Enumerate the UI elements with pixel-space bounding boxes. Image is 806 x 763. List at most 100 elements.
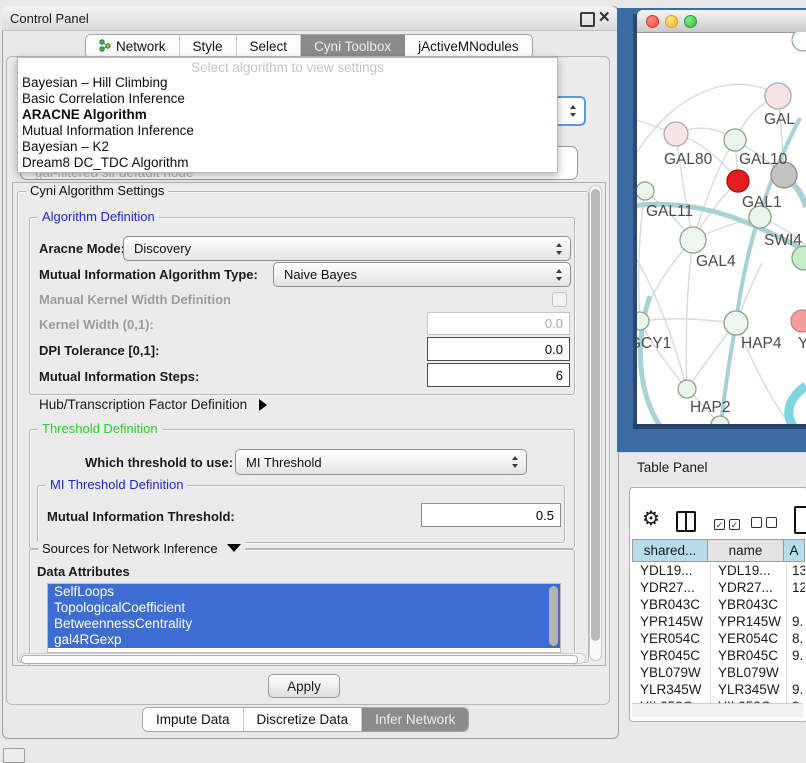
network-edge[interactable] bbox=[637, 84, 778, 152]
network-node-swi4[interactable] bbox=[792, 246, 806, 270]
network-node-gal4[interactable] bbox=[680, 227, 706, 253]
table-row[interactable]: YBR043C YBR043C bbox=[632, 596, 805, 613]
network-graph[interactable]: GALGAL80GAL10GAL1GAL11GAL4SWI4GCY1HAP4YH… bbox=[637, 32, 806, 424]
column-header-name[interactable]: name bbox=[708, 539, 784, 562]
horizontal-scrollbar-thumb[interactable] bbox=[21, 655, 578, 664]
network-node-hap2[interactable] bbox=[678, 380, 696, 398]
kernel-width-field[interactable]: 0.0 bbox=[427, 312, 570, 335]
column-view-icon[interactable] bbox=[676, 511, 696, 532]
list-scrollbar-thumb[interactable] bbox=[549, 586, 558, 646]
tab-select[interactable]: Select bbox=[237, 35, 302, 58]
algorithm-popup-items: Bayesian – Hill ClimbingBasic Correlatio… bbox=[18, 75, 557, 171]
table-row[interactable]: YPR145WYPR145W9. bbox=[632, 613, 805, 630]
control-panel-titlebar[interactable] bbox=[2, 6, 617, 31]
dpi-tolerance-value: 0.0 bbox=[545, 342, 563, 357]
algorithm-option-mutual-information-inference[interactable]: Mutual Information Inference bbox=[18, 123, 557, 139]
spinner-arrows-icon bbox=[512, 456, 519, 468]
algorithm-placeholder: Select algorithm to view settings bbox=[18, 60, 557, 75]
network-edge[interactable] bbox=[789, 386, 806, 424]
table-cell: YBR043C bbox=[640, 596, 710, 613]
table-cell: YBR043C bbox=[718, 596, 788, 613]
mi-algorithm-type-combo[interactable]: Naive Bayes bbox=[273, 262, 571, 287]
network-node-y[interactable] bbox=[791, 310, 806, 332]
tab-style[interactable]: Style bbox=[180, 35, 237, 58]
deselect-all-columns-icon[interactable] bbox=[751, 516, 781, 531]
algorithm-option-bayesian-hill-climbing[interactable]: Bayesian – Hill Climbing bbox=[18, 75, 557, 91]
apply-button[interactable]: Apply bbox=[268, 674, 340, 698]
new-table-icon[interactable] bbox=[794, 506, 806, 534]
data-attributes-list[interactable]: SelfLoopsTopologicalCoefficientBetweenne… bbox=[47, 583, 561, 653]
kernel-width-label: Kernel Width (0,1): bbox=[39, 317, 154, 332]
column-header-a[interactable]: A bbox=[784, 539, 805, 562]
network-node-gal[interactable] bbox=[765, 83, 791, 109]
network-node[interactable] bbox=[727, 170, 749, 192]
network-edge[interactable] bbox=[640, 321, 687, 389]
column-header-shared-[interactable]: shared... bbox=[632, 539, 708, 562]
data-attributes-label: Data Attributes bbox=[37, 564, 130, 579]
which-threshold-combo[interactable]: MI Threshold bbox=[235, 449, 527, 475]
table-body: YDL19...YDL19...13YDR27...YDR27...12YBR0… bbox=[632, 562, 805, 703]
network-node[interactable] bbox=[792, 32, 806, 51]
tab-network[interactable]: Network bbox=[86, 35, 180, 58]
aracne-mode-combo[interactable]: Discovery bbox=[123, 236, 571, 261]
manual-kernel-width-checkbox[interactable] bbox=[552, 292, 567, 307]
tab-label: jActiveMNodules bbox=[418, 39, 519, 54]
table-horizontal-scrollbar[interactable] bbox=[632, 703, 803, 717]
node-label-hap4: HAP4 bbox=[741, 335, 782, 352]
attribute-item-topologicalcoefficient[interactable]: TopologicalCoefficient bbox=[48, 600, 560, 616]
close-window-icon[interactable]: ✕ bbox=[598, 8, 611, 26]
network-window-titlebar[interactable] bbox=[637, 10, 806, 33]
network-node-gal10[interactable] bbox=[724, 129, 746, 151]
table-row[interactable]: YDL19...YDL19...13 bbox=[632, 562, 805, 579]
attribute-item-betweennesscentrality[interactable]: BetweennessCentrality bbox=[48, 616, 560, 632]
mac-close-icon[interactable] bbox=[646, 15, 659, 28]
tab-impute-data[interactable]: Impute Data bbox=[143, 708, 244, 731]
mi-algorithm-type-value: Naive Bayes bbox=[284, 267, 357, 282]
float-window-icon[interactable] bbox=[580, 12, 595, 27]
mi-algorithm-type-label: Mutual Information Algorithm Type: bbox=[39, 267, 258, 282]
settings-gear-icon[interactable]: ⚙ bbox=[642, 509, 660, 529]
hub-definition-toggle[interactable]: Hub/Transcription Factor Definition bbox=[39, 397, 267, 412]
tab-infer-network[interactable]: Infer Network bbox=[362, 708, 468, 731]
table-row[interactable]: YBR045CYBR045C9. bbox=[632, 647, 805, 664]
node-label-gcy1: GCY1 bbox=[637, 335, 671, 352]
collapsed-panel-icon[interactable] bbox=[3, 748, 25, 763]
mac-minimize-icon[interactable] bbox=[665, 15, 678, 28]
network-node-gal80[interactable] bbox=[664, 122, 688, 146]
network-node-hap4[interactable] bbox=[724, 311, 748, 335]
table-row[interactable]: YDR27...YDR27...12 bbox=[632, 579, 805, 596]
tab-discretize-data[interactable]: Discretize Data bbox=[244, 708, 363, 731]
table-row[interactable]: YBL079WYBL079W bbox=[632, 664, 805, 681]
node-label-gal: GAL bbox=[764, 111, 795, 128]
mac-zoom-icon[interactable] bbox=[684, 15, 697, 28]
algorithm-option-bayesian-k2[interactable]: Bayesian – K2 bbox=[18, 139, 557, 155]
aracne-mode-label: Aracne Mode: bbox=[39, 241, 125, 256]
vertical-scrollbar-thumb[interactable] bbox=[591, 189, 600, 641]
mi-threshold-field[interactable]: 0.5 bbox=[421, 503, 561, 527]
network-node-gal11[interactable] bbox=[637, 182, 654, 200]
attribute-item-gal4rgexp[interactable]: gal4RGexp bbox=[48, 632, 560, 648]
algorithm-option-basic-correlation-inference[interactable]: Basic Correlation Inference bbox=[18, 91, 557, 107]
attribute-item-selfloops[interactable]: SelfLoops bbox=[48, 584, 560, 600]
expanded-arrow-icon bbox=[227, 544, 241, 552]
select-all-columns-icon[interactable]: ✓✓ bbox=[714, 516, 744, 531]
mi-steps-field[interactable]: 6 bbox=[427, 363, 570, 387]
network-edge[interactable] bbox=[640, 319, 736, 323]
network-edge[interactable] bbox=[686, 240, 693, 389]
kernel-width-value: 0.0 bbox=[545, 316, 563, 331]
network-edge[interactable] bbox=[639, 191, 645, 321]
sources-title-row[interactable]: Sources for Network Inference bbox=[38, 541, 245, 556]
table-cell: YBR045C bbox=[640, 647, 710, 664]
table-cell: 12 bbox=[792, 579, 805, 596]
table-cell: 8. bbox=[792, 630, 805, 647]
table-row[interactable]: YLR345WYLR345W9. bbox=[632, 681, 805, 698]
table-cell: YDL19... bbox=[718, 562, 788, 579]
panel-divider bbox=[617, 452, 806, 453]
dpi-tolerance-field[interactable]: 0.0 bbox=[427, 337, 570, 361]
tab-jactivemnodules[interactable]: jActiveMNodules bbox=[405, 35, 532, 58]
algorithm-option-aracne-algorithm[interactable]: ARACNE Algorithm bbox=[18, 107, 557, 123]
tab-cyni-toolbox[interactable]: Cyni Toolbox bbox=[301, 35, 405, 58]
network-node-gcy1[interactable] bbox=[637, 312, 649, 330]
algorithm-option-dream8-dc-tdc-algorithm[interactable]: Dream8 DC_TDC Algorithm bbox=[18, 155, 557, 171]
table-row[interactable]: YER054CYER054C8. bbox=[632, 630, 805, 647]
